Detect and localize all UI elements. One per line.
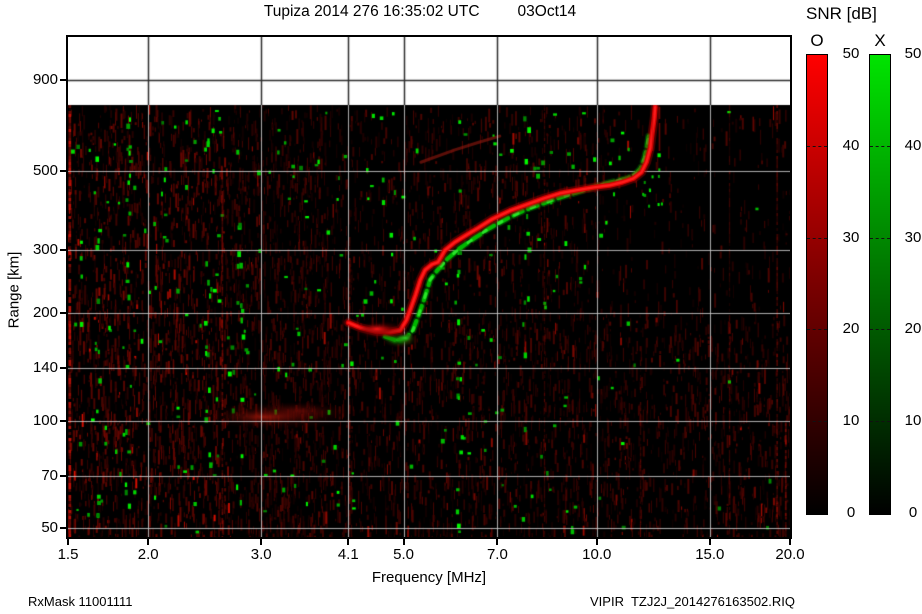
x-tick-mark bbox=[67, 539, 69, 545]
x-colorbar-tick-label: 50 bbox=[904, 45, 922, 62]
y-tick-label: 900 bbox=[32, 70, 58, 88]
y-tick-mark bbox=[60, 367, 66, 370]
colorbar-tick-dash bbox=[807, 421, 827, 423]
o-colorbar-tick-label: 30 bbox=[842, 228, 860, 246]
o-colorbar-tick-label: 20 bbox=[842, 320, 860, 338]
ionogram-figure: Tupiza 2014 276 16:35:02 UTC 03Oct14 SNR… bbox=[0, 0, 922, 614]
instrument-file-text: VIPIR TZJ2J_2014276163502.RIQ bbox=[590, 594, 795, 609]
y-tick-mark bbox=[60, 474, 66, 477]
x-colorbar-tick-label: 0 bbox=[908, 504, 918, 521]
o-colorbar-tick-label: 50 bbox=[842, 45, 860, 62]
plot-frame bbox=[66, 35, 792, 539]
colorbar-tick-dash bbox=[870, 145, 890, 147]
x-colorbar-tick-label: 30 bbox=[904, 228, 922, 246]
x-tick-label: 3.0 bbox=[250, 546, 272, 563]
x-tick-mark bbox=[402, 539, 405, 545]
y-tick-mark bbox=[60, 419, 66, 422]
x-tick-mark bbox=[708, 539, 711, 545]
o-colorbar-tick-label: 0 bbox=[846, 504, 856, 521]
x-tick-mark bbox=[595, 539, 598, 545]
colorbar-tick-dash bbox=[807, 145, 827, 147]
y-tick-mark bbox=[60, 312, 66, 315]
x-colorbar-tick-label: 40 bbox=[904, 136, 922, 154]
colorbar-tick-dash bbox=[870, 421, 890, 423]
colorbar-tick-dash bbox=[807, 237, 827, 239]
y-tick-label: 140 bbox=[32, 359, 58, 377]
x-tick-mark bbox=[260, 539, 263, 545]
x-tick-label: 7.0 bbox=[486, 546, 508, 563]
title-row: Tupiza 2014 276 16:35:02 UTC 03Oct14 bbox=[59, 3, 781, 21]
rx-mask-text: RxMask 11001111 bbox=[28, 594, 133, 609]
o-mode-colorbar-label: O bbox=[810, 31, 824, 50]
x-tick-mark bbox=[789, 539, 791, 545]
x-tick-label: 20.0 bbox=[775, 546, 805, 563]
y-tick-mark bbox=[60, 249, 66, 252]
y-tick-label: 500 bbox=[32, 162, 58, 179]
y-tick-label: 50 bbox=[41, 519, 58, 536]
x-tick-label: 10.0 bbox=[582, 546, 612, 563]
x-tick-label: 5.0 bbox=[393, 546, 414, 563]
x-tick-label: 1.5 bbox=[57, 546, 79, 563]
x-colorbar-tick-label: 20 bbox=[904, 320, 922, 338]
o-colorbar-tick-label: 10 bbox=[842, 412, 860, 430]
snr-colorbar-title: SNR [dB] bbox=[806, 4, 877, 23]
colorbar-tick-dash bbox=[807, 329, 827, 331]
x-mode-colorbar bbox=[869, 54, 891, 515]
y-tick-label: 300 bbox=[32, 241, 58, 259]
o-mode-colorbar bbox=[806, 54, 828, 515]
x-tick-label: 15.0 bbox=[695, 546, 725, 563]
y-tick-mark bbox=[60, 527, 66, 529]
y-tick-label: 100 bbox=[32, 411, 58, 429]
x-axis-label: Frequency [MHz] bbox=[371, 569, 487, 586]
y-tick-mark bbox=[60, 78, 66, 81]
x-tick-mark bbox=[347, 539, 350, 545]
o-colorbar-tick-label: 40 bbox=[842, 136, 860, 154]
plot-title: Tupiza 2014 276 16:35:02 UTC bbox=[263, 3, 480, 20]
plot-date: 03Oct14 bbox=[517, 3, 577, 20]
y-tick-mark bbox=[60, 170, 66, 172]
y-tick-label: 200 bbox=[32, 304, 58, 322]
ionogram-canvas bbox=[68, 37, 790, 537]
x-tick-mark bbox=[147, 539, 150, 545]
x-tick-mark bbox=[496, 539, 499, 545]
colorbar-tick-dash bbox=[870, 237, 890, 239]
x-tick-label: 4.1 bbox=[337, 546, 359, 563]
y-tick-label: 70 bbox=[41, 466, 58, 484]
x-colorbar-tick-label: 10 bbox=[904, 412, 922, 430]
colorbar-tick-dash bbox=[870, 329, 890, 331]
x-tick-label: 2.0 bbox=[137, 546, 159, 563]
